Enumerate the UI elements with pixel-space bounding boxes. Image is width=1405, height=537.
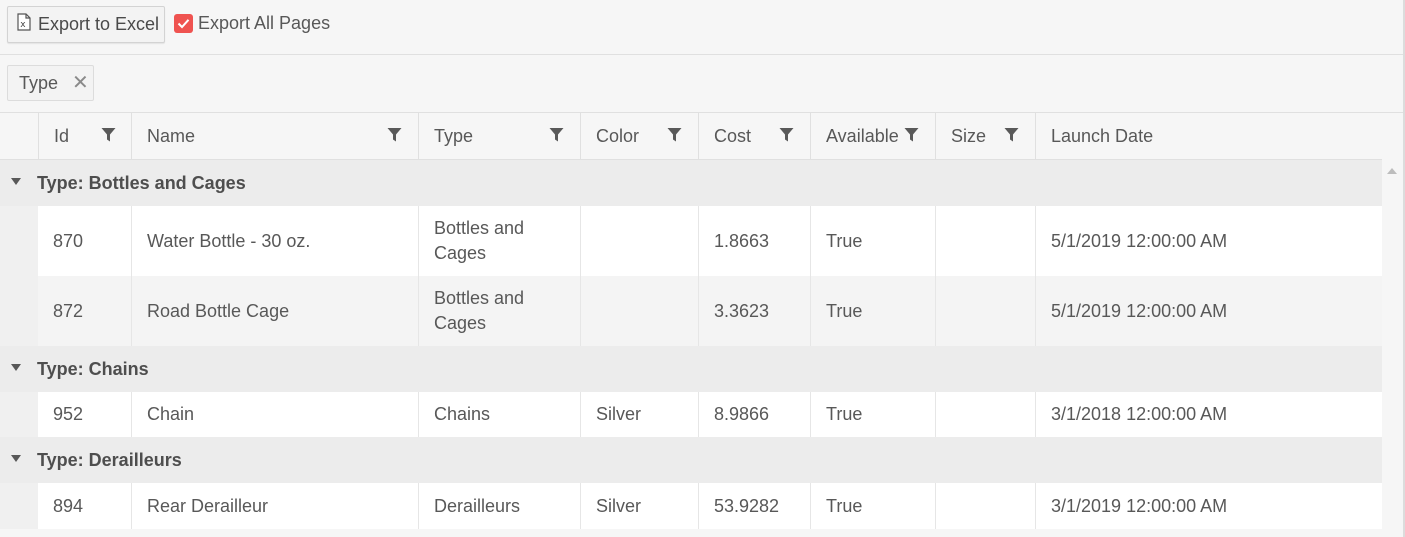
cell-size: [935, 483, 1035, 529]
filter-icon[interactable]: [667, 127, 682, 143]
cell-type: Chains: [418, 392, 580, 437]
filter-icon[interactable]: [549, 127, 564, 143]
column-header-name[interactable]: Name: [131, 113, 418, 159]
column-header-label: Available: [826, 125, 899, 146]
cell-size: [935, 392, 1035, 437]
cell-id: 870: [53, 230, 84, 251]
cell-color: Silver: [580, 392, 698, 437]
cell-launch-date: 5/1/2019 12:00:00 AM: [1035, 276, 1382, 346]
collapse-caret-icon[interactable]: [11, 364, 21, 371]
filter-icon[interactable]: [779, 127, 794, 143]
cell-type: Derailleurs: [418, 483, 580, 529]
table-row[interactable]: 872 Road Bottle Cage Bottles and Cages 3…: [38, 276, 1382, 346]
toolbar: x Export to Excel Export All Pages: [0, 0, 1403, 55]
group-row-label: Type: Derailleurs: [37, 449, 182, 470]
collapse-caret-icon[interactable]: [11, 178, 21, 185]
cell-available: True: [810, 276, 935, 346]
cell-id: 872: [53, 300, 84, 321]
group-row[interactable]: Type: Chains: [0, 346, 1382, 392]
group-row[interactable]: Type: Derailleurs: [0, 437, 1382, 483]
grid-header: Id Name Type Color Cost Available Size L…: [0, 113, 1382, 160]
grid-body: Type: Bottles and Cages 870 Water Bottle…: [0, 160, 1382, 537]
cell-launch-date: 3/1/2018 12:00:00 AM: [1035, 392, 1382, 437]
column-header-label: Type: [434, 125, 474, 146]
export-to-excel-label: Export to Excel: [38, 14, 160, 34]
cell-type: Bottles and Cages: [418, 206, 580, 276]
cell-type: Bottles and Cages: [418, 276, 580, 346]
vertical-scrollbar[interactable]: [1382, 160, 1403, 537]
svg-text:x: x: [20, 20, 26, 30]
header-indent-cell: [0, 113, 38, 159]
checkmark-icon[interactable]: [174, 13, 193, 33]
column-header-cost[interactable]: Cost: [698, 113, 810, 159]
column-header-size[interactable]: Size: [935, 113, 1035, 159]
export-all-pages-checkbox[interactable]: Export All Pages: [174, 12, 330, 34]
cell-size: [935, 276, 1035, 346]
cell-id: 894: [53, 495, 84, 516]
column-header-available[interactable]: Available: [810, 113, 935, 159]
collapse-caret-icon[interactable]: [11, 455, 21, 462]
column-header-label: Size: [951, 125, 987, 146]
cell-color: Silver: [580, 483, 698, 529]
column-header-color[interactable]: Color: [580, 113, 698, 159]
filter-icon[interactable]: [101, 127, 116, 143]
cell-size: [935, 206, 1035, 276]
group-row-label: Type: Chains: [37, 358, 149, 379]
cell-id: 952: [53, 404, 84, 424]
cell-available: True: [810, 483, 935, 529]
column-header-label: Name: [147, 125, 196, 146]
column-header-type[interactable]: Type: [418, 113, 580, 159]
export-all-pages-label: Export All Pages: [198, 12, 331, 33]
filter-icon[interactable]: [387, 127, 402, 143]
cell-name: Chain: [131, 392, 418, 437]
export-to-excel-button[interactable]: x Export to Excel: [7, 6, 165, 43]
cell-cost: 8.9866: [698, 392, 810, 437]
close-icon[interactable]: ✕: [72, 73, 89, 93]
column-header-label: Launch Date: [1051, 125, 1154, 146]
cell-cost: 1.8663: [698, 206, 810, 276]
column-header-label: Color: [596, 125, 640, 146]
column-header-launch-date[interactable]: Launch Date: [1035, 113, 1382, 159]
cell-type-text: Bottles and Cages: [434, 288, 525, 333]
group-row-label: Type: Bottles and Cages: [37, 172, 246, 193]
table-row[interactable]: 952 Chain Chains Silver 8.9866 True 3/1/…: [38, 392, 1382, 437]
table-row[interactable]: 894 Rear Derailleur Derailleurs Silver 5…: [38, 483, 1382, 529]
group-panel: Type ✕: [0, 55, 1403, 113]
cell-available: True: [810, 392, 935, 437]
cell-name: Water Bottle - 30 oz.: [131, 206, 418, 276]
column-header-id[interactable]: Id: [38, 113, 131, 159]
cell-launch-date: 3/1/2019 12:00:00 AM: [1035, 483, 1382, 529]
table-row[interactable]: 870 Water Bottle - 30 oz. Bottles and Ca…: [38, 206, 1382, 276]
group-indent: [0, 392, 38, 437]
column-header-label: Id: [54, 125, 70, 146]
cell-color: [580, 276, 698, 346]
group-chip-label: Type: [19, 72, 59, 93]
cell-cost: 3.3623: [698, 276, 810, 346]
filter-icon[interactable]: [1004, 127, 1019, 143]
column-header-label: Cost: [714, 125, 752, 146]
cell-type-text: Bottles and Cages: [434, 218, 525, 263]
cell-cost: 53.9282: [698, 483, 810, 529]
group-indent: [0, 206, 38, 346]
group-indent: [0, 483, 38, 529]
group-row[interactable]: Type: Bottles and Cages: [0, 160, 1382, 206]
excel-file-icon: x: [16, 13, 32, 36]
scroll-up-arrow-icon[interactable]: [1387, 168, 1397, 174]
cell-name: Road Bottle Cage: [131, 276, 418, 346]
filter-icon[interactable]: [904, 127, 919, 143]
cell-name: Rear Derailleur: [131, 483, 418, 529]
cell-available: True: [810, 206, 935, 276]
cell-launch-date: 5/1/2019 12:00:00 AM: [1035, 206, 1382, 276]
cell-color: [580, 206, 698, 276]
group-chip-type[interactable]: Type ✕: [7, 65, 94, 101]
